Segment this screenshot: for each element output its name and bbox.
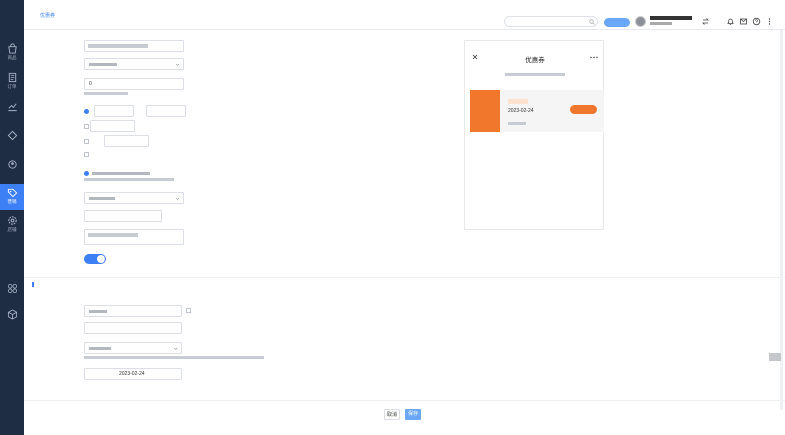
- checkbox-option[interactable]: [84, 152, 89, 157]
- avatar[interactable]: [635, 16, 646, 27]
- enable-toggle[interactable]: [84, 254, 106, 264]
- time-option-input[interactable]: [104, 135, 149, 147]
- sidebar-item-label: [0, 142, 24, 148]
- switch-icon[interactable]: [701, 17, 710, 26]
- form-row-time: [24, 105, 484, 117]
- valid-days-input[interactable]: [84, 210, 162, 222]
- per-user-input[interactable]: [84, 322, 182, 334]
- sidebar-item-distribution[interactable]: [0, 127, 24, 153]
- sidebar-item-label: 营销: [7, 199, 17, 204]
- date-range-value: 2023-02-24: [119, 371, 145, 377]
- sidebar-item-orders[interactable]: 订单: [0, 69, 24, 95]
- date-range-input[interactable]: 2023-02-24: [84, 368, 182, 380]
- coupon-claim-button[interactable]: [570, 105, 597, 114]
- distribution-method-select[interactable]: [84, 305, 182, 317]
- user-subtitle: [650, 22, 672, 25]
- side-float-tab[interactable]: [769, 353, 781, 361]
- app-logo[interactable]: [0, 0, 24, 20]
- sidebar-item-store[interactable]: 店铺: [0, 212, 24, 238]
- coupon-date: 2023-02-24: [508, 108, 534, 114]
- sidebar-item-label: 订单: [7, 84, 17, 89]
- sidebar-item-label: 店铺: [7, 227, 17, 232]
- sidebar-item-label: [0, 295, 24, 301]
- chevron-down-icon: [175, 197, 180, 200]
- cancel-button[interactable]: 取消: [384, 409, 400, 420]
- section-title: [32, 282, 38, 287]
- breadcrumb: 优惠券: [32, 12, 59, 19]
- save-button[interactable]: 保存: [405, 409, 421, 420]
- message-icon[interactable]: [739, 17, 748, 26]
- form-row-quantity: 0: [24, 78, 484, 95]
- coupon-form: 0 2023-02-24 优惠券 2023-02-24 取消 保存: [24, 30, 785, 435]
- checkbox-option[interactable]: [84, 139, 89, 144]
- sidebar-item-marketing[interactable]: 营销: [0, 184, 24, 210]
- description-textarea[interactable]: [84, 229, 184, 245]
- sidebar-item-customers[interactable]: [0, 156, 24, 182]
- gear-icon: [7, 216, 17, 225]
- preview-title: 优惠券: [525, 57, 545, 64]
- quantity-value: 0: [89, 81, 92, 87]
- sidebar-item-label: [0, 321, 24, 327]
- bell-icon[interactable]: [726, 17, 735, 26]
- share-icon: [7, 130, 17, 141]
- sidebar-item-label: [0, 113, 24, 119]
- sidebar-item-label: [0, 171, 24, 177]
- document-icon: [8, 72, 16, 83]
- user-name: [650, 16, 692, 20]
- quantity-input[interactable]: 0: [84, 78, 184, 90]
- more-vertical-icon[interactable]: [765, 17, 774, 26]
- validity-select[interactable]: [84, 192, 184, 204]
- user-icon: [7, 160, 17, 169]
- form-row-name: [24, 40, 484, 52]
- coupon-card[interactable]: 2023-02-24: [470, 90, 604, 132]
- top-bar: 优惠券: [24, 0, 785, 30]
- tag-icon: [7, 188, 17, 198]
- chart-icon: [7, 103, 17, 112]
- phone-preview: 优惠券 2023-02-24: [464, 40, 604, 230]
- sidebar-item-service-market[interactable]: [0, 306, 24, 332]
- cube-icon: [7, 309, 17, 320]
- footer-actions: 取消 保存: [24, 400, 785, 435]
- scope-select[interactable]: [84, 342, 182, 354]
- sidebar-item-goods[interactable]: 商品: [0, 40, 24, 66]
- chevron-down-icon: [175, 63, 180, 66]
- more-horizontal-icon[interactable]: [590, 56, 598, 59]
- time-radio-range[interactable]: [84, 109, 89, 114]
- app-center-icon: [7, 283, 17, 294]
- help-icon[interactable]: [752, 17, 761, 26]
- coupon-left: [470, 90, 500, 132]
- search-icon: [589, 19, 595, 25]
- coupon-type-select[interactable]: [84, 58, 184, 70]
- checkbox-option[interactable]: [186, 308, 191, 313]
- sidebar-item-app-center[interactable]: [0, 280, 24, 306]
- checkbox-option[interactable]: [84, 124, 89, 129]
- coupon-badge: [508, 99, 528, 104]
- chevron-down-icon: [173, 347, 178, 350]
- search-input[interactable]: [504, 16, 598, 27]
- breadcrumb-current: 优惠券: [40, 13, 56, 19]
- time-to-input[interactable]: [146, 105, 186, 117]
- time-from-input[interactable]: [94, 105, 134, 117]
- bag-icon: [7, 43, 17, 54]
- usage-radio[interactable]: [84, 171, 89, 176]
- time-option-input[interactable]: [90, 120, 135, 132]
- sidebar-item-data[interactable]: [0, 98, 24, 124]
- sidebar: 商品 订单 营销 店铺: [0, 0, 24, 435]
- form-row-type: [24, 58, 484, 70]
- section-divider: [24, 277, 785, 278]
- coupon-name-input[interactable]: [84, 40, 184, 52]
- sidebar-item-label: 商品: [7, 55, 17, 60]
- header-action-button[interactable]: [604, 18, 630, 27]
